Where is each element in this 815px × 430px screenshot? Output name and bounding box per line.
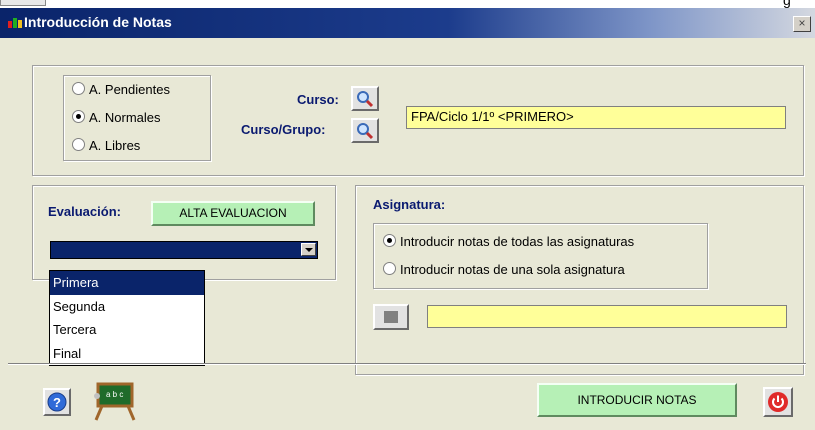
help-icon: ?	[47, 392, 67, 412]
svg-text:a b c: a b c	[106, 390, 123, 399]
title-bar[interactable]: Introducción de Notas ×	[0, 8, 815, 38]
radio-circle	[383, 262, 396, 275]
radio-libres[interactable]: A. Libres	[72, 138, 140, 153]
radio-label: A. Pendientes	[89, 82, 170, 97]
window-title: Introducción de Notas	[24, 14, 172, 30]
power-icon	[768, 392, 788, 412]
radio-label: A. Normales	[89, 110, 161, 125]
background-window-text: g	[783, 0, 791, 8]
asignatura-label: Asignatura:	[373, 197, 446, 212]
radio-label: Introducir notas de todas las asignatura…	[400, 234, 635, 249]
radio-label: A. Libres	[89, 138, 141, 153]
curso-grupo-search-button[interactable]	[351, 118, 379, 143]
radio-una-asignatura[interactable]: Introducir notas de una sola asignatura	[383, 262, 625, 277]
evaluation-combo[interactable]	[50, 241, 318, 259]
radio-label: Introducir notas de una sola asignatura	[400, 262, 625, 277]
background-window-strip: g	[0, 0, 815, 8]
subject-radio-group: Introducir notas de todas las asignatura…	[373, 223, 708, 289]
app-icon	[8, 18, 22, 28]
evaluation-group: Evaluación: ALTA EVALUACION	[32, 185, 336, 280]
subject-search-button[interactable]	[373, 304, 409, 330]
footer-separator	[8, 363, 806, 364]
alta-evaluacion-button[interactable]: ALTA EVALUACION	[151, 201, 315, 226]
evaluation-option[interactable]: Primera	[50, 271, 204, 295]
evaluation-dropdown-list[interactable]: Primera Segunda Tercera Final	[49, 270, 205, 366]
curso-value-field[interactable]: FPA/Ciclo 1/1º <PRIMERO>	[406, 106, 786, 129]
close-button[interactable]: ×	[793, 16, 811, 32]
evaluation-combo-value	[51, 243, 54, 257]
chevron-down-icon[interactable]	[301, 243, 316, 256]
svg-text:?: ?	[53, 395, 61, 410]
evaluacion-label: Evaluación:	[48, 204, 121, 219]
magnifier-icon	[357, 123, 374, 140]
background-window-fragment	[0, 0, 46, 6]
evaluation-option[interactable]: Segunda	[50, 295, 204, 319]
radio-todas-asignaturas[interactable]: Introducir notas de todas las asignatura…	[383, 234, 634, 249]
introducir-notas-button[interactable]: INTRODUCIR NOTAS	[537, 383, 737, 417]
blackboard-icon[interactable]: a b c	[92, 382, 136, 422]
radio-circle-selected	[383, 234, 396, 247]
course-group: A. Pendientes A. Normales A. Libres Curs…	[32, 65, 804, 176]
subject-value-field[interactable]	[427, 305, 787, 328]
curso-grupo-label: Curso/Grupo:	[241, 122, 326, 137]
dialog-body: A. Pendientes A. Normales A. Libres Curs…	[0, 38, 815, 430]
square-icon	[384, 311, 398, 323]
origin-radio-group: A. Pendientes A. Normales A. Libres	[63, 75, 211, 161]
evaluation-option[interactable]: Tercera	[50, 318, 204, 342]
help-button[interactable]: ?	[43, 388, 71, 416]
radio-pendientes[interactable]: A. Pendientes	[72, 82, 170, 97]
subject-group: Asignatura: Introducir notas de todas la…	[355, 185, 804, 375]
radio-normales[interactable]: A. Normales	[72, 110, 161, 125]
curso-label: Curso:	[297, 92, 339, 107]
radio-circle-selected	[72, 110, 85, 123]
radio-circle	[72, 138, 85, 151]
evaluation-option[interactable]: Final	[50, 342, 204, 366]
radio-circle	[72, 82, 85, 95]
exit-button[interactable]	[763, 387, 793, 417]
magnifier-icon	[357, 91, 374, 108]
curso-search-button[interactable]	[351, 86, 379, 111]
